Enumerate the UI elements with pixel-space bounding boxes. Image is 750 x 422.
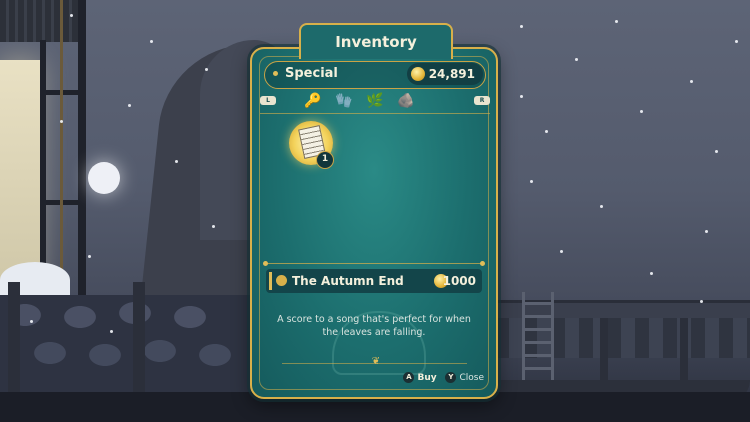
snowflake <box>640 110 643 113</box>
moon <box>88 162 120 194</box>
pier-ladder <box>522 292 554 387</box>
pier-post <box>600 318 608 388</box>
tabs-divider <box>260 113 490 114</box>
y-button-icon: Y <box>445 372 457 383</box>
stone-wall <box>0 295 250 405</box>
snowflake <box>128 104 131 107</box>
button-prompts: A Buy Y Close <box>397 371 484 386</box>
inventory-slot-selected[interactable]: 1 <box>289 121 334 169</box>
flourish-ornament-icon: ❦ <box>371 356 381 367</box>
dock-post <box>133 282 145 392</box>
gem-icon <box>276 275 287 286</box>
snowflake <box>530 180 533 183</box>
detail-divider <box>263 261 485 266</box>
gloves-icon[interactable]: 🧤 <box>335 92 353 110</box>
close-label: Close <box>459 373 484 383</box>
selection-marker <box>269 272 272 290</box>
snowflake <box>700 300 703 303</box>
item-quantity-badge: 1 <box>316 151 334 169</box>
rope <box>60 0 63 300</box>
snowflake <box>650 272 653 275</box>
buy-label: Buy <box>417 373 437 383</box>
item-price: 1000 <box>442 274 476 288</box>
snowflake <box>30 320 33 323</box>
snowflake <box>60 120 63 123</box>
category-title: Special <box>285 66 338 81</box>
inventory-title: Inventory <box>299 23 453 59</box>
snowflake <box>615 20 618 23</box>
snowflake <box>520 25 523 28</box>
plant-icon[interactable]: 🌿 <box>366 92 384 110</box>
snowflake <box>88 255 91 258</box>
snowflake <box>705 230 708 233</box>
divider-dot <box>480 261 485 266</box>
inventory-panel: Special 24,891 L 🔑 🧤 🌿 🪨 R 1 The Autumn … <box>250 47 498 399</box>
item-name: The Autumn End <box>292 274 404 288</box>
category-header: Special 24,891 <box>264 61 486 89</box>
lighthouse-beam <box>78 0 86 300</box>
dock-post <box>8 282 20 392</box>
lighthouse-roof <box>0 0 85 42</box>
shoulder-r-button[interactable]: R <box>474 96 490 105</box>
money-display: 24,891 <box>406 63 483 85</box>
header-dot <box>273 71 278 76</box>
selected-item-row: The Autumn End 1000 <box>266 269 482 293</box>
snowflake <box>735 40 738 43</box>
shoulder-l-button[interactable]: L <box>260 96 276 105</box>
snowflake <box>715 150 718 153</box>
snowflake <box>560 250 563 253</box>
snowflake <box>212 225 215 228</box>
money-amount: 24,891 <box>428 67 475 81</box>
snowflake <box>175 160 178 163</box>
lighthouse-crossbeam <box>40 90 86 95</box>
lighthouse-lamp <box>0 60 40 290</box>
lighthouse-structure <box>0 0 90 300</box>
snowflake <box>520 95 523 98</box>
snowflake <box>70 14 73 17</box>
coin-icon <box>410 67 425 81</box>
lighthouse-crossbeam <box>40 200 86 205</box>
snowflake <box>150 40 153 43</box>
item-description: A score to a song that's perfect for whe… <box>277 314 471 338</box>
ore-icon[interactable]: 🪨 <box>397 92 415 110</box>
snowflake <box>600 205 603 208</box>
pier-post <box>680 318 688 388</box>
divider-dot <box>263 261 268 266</box>
snowflake <box>690 80 693 83</box>
category-tabs: L 🔑 🧤 🌿 🪨 R <box>260 91 490 111</box>
snowflake <box>205 68 208 71</box>
snowflake <box>110 330 113 333</box>
close-prompt[interactable]: Y Close <box>445 371 484 385</box>
snowflake <box>575 58 578 61</box>
lighthouse-beam <box>40 40 46 300</box>
snowflake <box>545 130 548 133</box>
key-icon[interactable]: 🔑 <box>304 92 322 110</box>
a-button-icon: A <box>403 372 415 383</box>
buy-prompt[interactable]: A Buy <box>403 371 437 385</box>
